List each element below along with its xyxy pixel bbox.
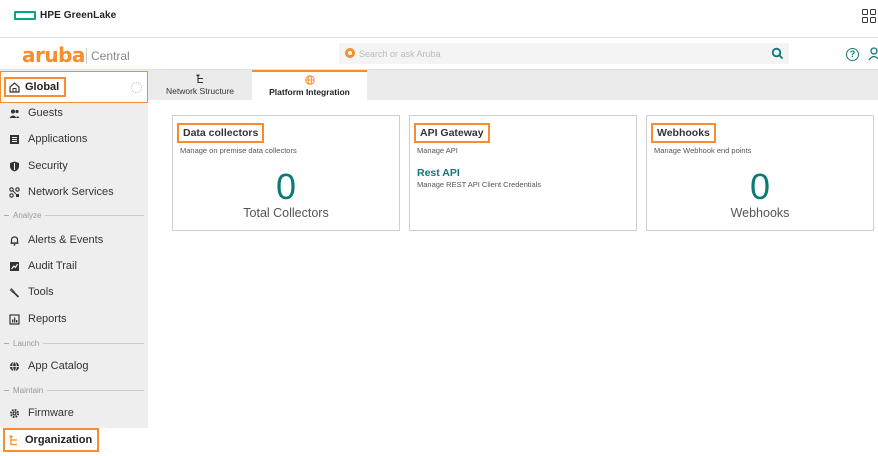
network-services-icon: [9, 186, 20, 198]
section-maintain: Maintain: [0, 384, 148, 396]
sidebar-item-label: Security: [28, 160, 68, 172]
sidebar-item-label: Applications: [28, 133, 88, 145]
hierarchy-icon: [196, 74, 203, 84]
sidebar: Global Guests Applications Security Netw…: [0, 70, 148, 456]
section-launch: Launch: [0, 337, 148, 349]
applications-icon: [10, 134, 19, 144]
sidebar-item-label: Alerts & Events: [28, 234, 104, 246]
gear-icon: [9, 408, 20, 418]
card-api-gateway[interactable]: API Gateway Manage API Rest API Manage R…: [409, 115, 637, 231]
reports-icon: [9, 313, 20, 325]
webhook-count[interactable]: 0: [647, 166, 873, 208]
shield-icon: [10, 161, 19, 171]
location-pin-icon: [345, 48, 355, 58]
globe-icon: [304, 75, 315, 85]
bell-icon: [10, 235, 19, 246]
rest-api-link[interactable]: Rest API: [417, 167, 460, 179]
sidebar-item-label: Firmware: [28, 407, 74, 419]
app-grid-icon[interactable]: [862, 9, 876, 23]
sidebar-item-label: Audit Trail: [28, 260, 77, 272]
header-divider: [86, 48, 87, 64]
card-title: Data collectors: [183, 127, 259, 139]
tab-label: Platform Integration: [269, 87, 350, 97]
aruba-logo[interactable]: aruba: [22, 43, 85, 67]
sidebar-item-network-services[interactable]: Network Services: [0, 180, 148, 204]
section-label: Analyze: [13, 210, 42, 220]
global-label: Global: [25, 81, 60, 93]
hpe-logo-icon: [14, 11, 36, 20]
organization-label: Organization: [25, 434, 93, 446]
card-subtitle: Manage Webhook end points: [654, 146, 752, 155]
user-icon[interactable]: [868, 47, 878, 61]
card-data-collectors[interactable]: Data collectors Manage on premise data c…: [172, 115, 400, 231]
collector-count[interactable]: 0: [173, 166, 399, 208]
globe-icon: [9, 361, 20, 371]
card-title: API Gateway: [420, 127, 484, 139]
sidebar-item-app-catalog[interactable]: App Catalog: [0, 354, 148, 378]
sidebar-item-guests[interactable]: Guests: [0, 101, 148, 125]
search-icon[interactable]: [771, 47, 784, 60]
search-input[interactable]: [359, 45, 759, 62]
sidebar-item-label: App Catalog: [28, 360, 89, 372]
guests-icon: [9, 109, 20, 118]
sidebar-item-security[interactable]: Security: [0, 154, 148, 178]
card-subtitle: Manage on premise data collectors: [180, 146, 297, 155]
sidebar-item-reports[interactable]: Reports: [0, 307, 148, 331]
sidebar-item-label: Guests: [28, 107, 63, 119]
card-webhooks[interactable]: Webhooks Manage Webhook end points 0 Web…: [646, 115, 874, 231]
sidebar-item-audit-trail[interactable]: Audit Trail: [0, 254, 148, 278]
card-subtitle: Manage API: [417, 146, 458, 155]
sidebar-item-alerts-events[interactable]: Alerts & Events: [0, 228, 148, 252]
section-analyze: Analyze: [0, 209, 148, 221]
tab-platform-integration[interactable]: Platform Integration: [252, 70, 367, 100]
global-selector[interactable]: Global: [4, 77, 67, 97]
loading-spinner-icon: [131, 82, 142, 93]
wrench-icon: [9, 287, 20, 298]
section-label: Maintain: [13, 385, 44, 395]
audit-icon: [10, 261, 19, 271]
tab-bar: Network Structure Platform Integration: [148, 70, 878, 100]
sidebar-item-applications[interactable]: Applications: [0, 127, 148, 151]
card-title: Webhooks: [657, 127, 710, 139]
product-name: Central: [91, 49, 130, 63]
sidebar-item-label: Tools: [28, 286, 54, 298]
hpe-title: HPE GreenLake: [40, 10, 117, 21]
tab-label: Network Structure: [165, 86, 235, 96]
help-icon[interactable]: ?: [846, 48, 859, 61]
hpe-greenlake-bar: HPE GreenLake: [0, 0, 878, 38]
organization-selector[interactable]: Organization: [3, 428, 100, 452]
app-header: aruba Central ?: [0, 39, 878, 70]
sidebar-item-firmware[interactable]: Firmware: [0, 401, 148, 425]
section-label: Launch: [13, 338, 40, 348]
sidebar-item-label: Network Services: [28, 186, 114, 198]
sidebar-item-label: Reports: [28, 313, 67, 325]
sidebar-item-organization[interactable]: Organization: [0, 428, 148, 456]
rest-api-description: Manage REST API Client Credentials: [417, 180, 542, 189]
webhook-count-label: Webhooks: [730, 206, 790, 220]
sidebar-item-tools[interactable]: Tools: [0, 280, 148, 304]
hierarchy-icon: [9, 435, 17, 445]
sidebar-item-global[interactable]: Global: [0, 71, 148, 103]
search-bar[interactable]: [339, 43, 789, 64]
card-title-box: Data collectors: [177, 123, 265, 143]
tab-network-structure[interactable]: Network Structure: [148, 70, 252, 100]
card-title-box: Webhooks: [651, 123, 716, 143]
home-icon: [9, 81, 20, 93]
card-title-box: API Gateway: [414, 123, 490, 143]
collector-count-label: Total Collectors: [243, 206, 329, 220]
